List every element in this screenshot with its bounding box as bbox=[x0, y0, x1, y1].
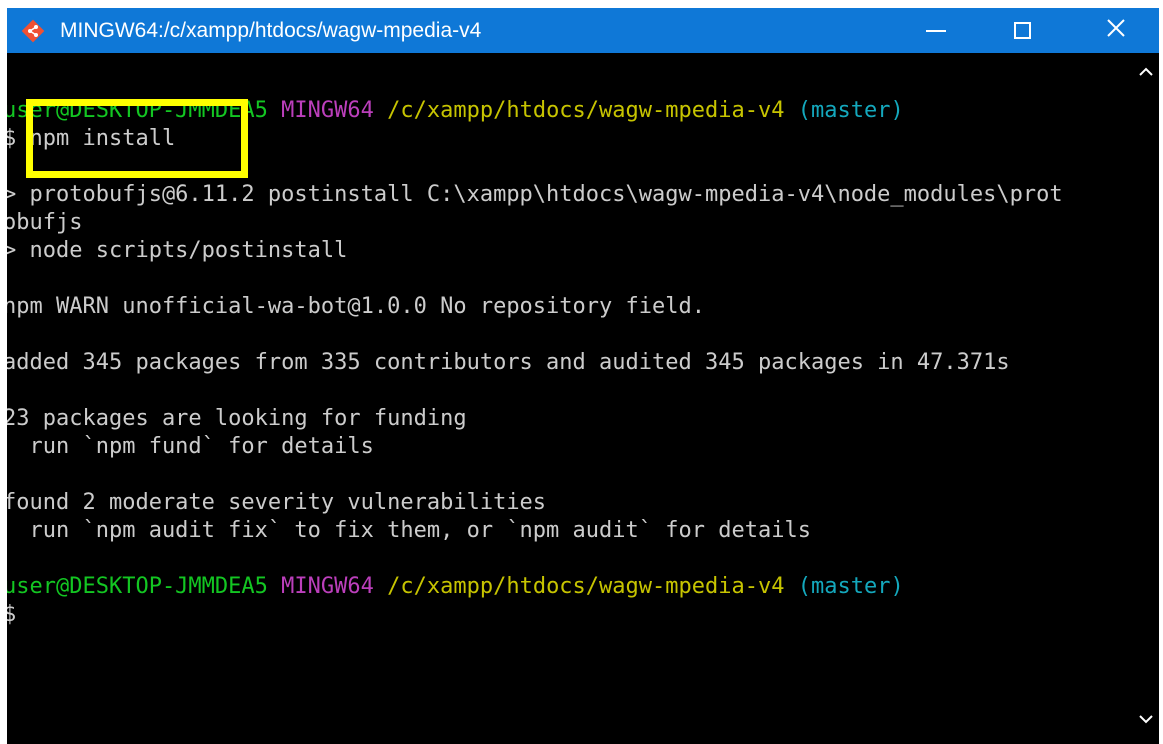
output-line: > node scripts/postinstall bbox=[7, 238, 348, 263]
output-line: npm WARN unofficial-wa-bot@1.0.0 No repo… bbox=[7, 294, 705, 319]
chevron-up-icon bbox=[1138, 65, 1154, 83]
prompt-line: user@DESKTOP-JMMDEA5 MINGW64 /c/xampp/ht… bbox=[7, 573, 904, 601]
vertical-scrollbar[interactable] bbox=[1133, 53, 1159, 744]
close-button[interactable] bbox=[1093, 8, 1139, 53]
terminal-output[interactable]: user@DESKTOP-JMMDEA5 MINGW64 /c/xampp/ht… bbox=[7, 53, 1133, 744]
maximize-icon bbox=[1013, 22, 1031, 39]
close-icon bbox=[1106, 18, 1126, 43]
prompt-branch: (master) bbox=[797, 98, 904, 123]
maximize-button[interactable] bbox=[999, 8, 1045, 53]
minimize-icon bbox=[926, 29, 946, 32]
scroll-up-button[interactable] bbox=[1133, 61, 1159, 87]
prompt-branch: (master) bbox=[797, 574, 904, 599]
output-line: added 345 packages from 335 contributors… bbox=[7, 350, 1010, 375]
output-line: obufjs bbox=[7, 210, 83, 235]
output-line: found 2 moderate severity vulnerabilitie… bbox=[7, 490, 547, 515]
prompt-path: /c/xampp/htdocs/wagw-mpedia-v4 bbox=[387, 98, 785, 123]
output-line: run `npm fund` for details bbox=[7, 434, 374, 459]
chevron-down-icon bbox=[1138, 712, 1154, 730]
minimize-button[interactable] bbox=[913, 8, 959, 53]
window-title: MINGW64:/c/xampp/htdocs/wagw-mpedia-v4 bbox=[60, 19, 482, 42]
git-bash-icon bbox=[20, 18, 46, 44]
output-line: > protobufjs@6.11.2 postinstall C:\xampp… bbox=[7, 182, 1063, 207]
prompt-host: MINGW64 bbox=[281, 574, 374, 599]
cursor-line: $ bbox=[7, 602, 17, 627]
prompt-path: /c/xampp/htdocs/wagw-mpedia-v4 bbox=[387, 574, 785, 599]
output-line: run `npm audit fix` to fix them, or `npm… bbox=[7, 518, 811, 543]
prompt-user: user@DESKTOP-JMMDEA5 bbox=[7, 574, 268, 599]
scroll-down-button[interactable] bbox=[1133, 708, 1159, 734]
output-line: 23 packages are looking for funding bbox=[7, 406, 467, 431]
terminal-window: MINGW64:/c/xampp/htdocs/wagw-mpedia-v4 u… bbox=[7, 8, 1159, 744]
prompt-host: MINGW64 bbox=[281, 98, 374, 123]
command-highlight-box bbox=[26, 99, 248, 178]
title-bar[interactable]: MINGW64:/c/xampp/htdocs/wagw-mpedia-v4 bbox=[7, 8, 1159, 53]
